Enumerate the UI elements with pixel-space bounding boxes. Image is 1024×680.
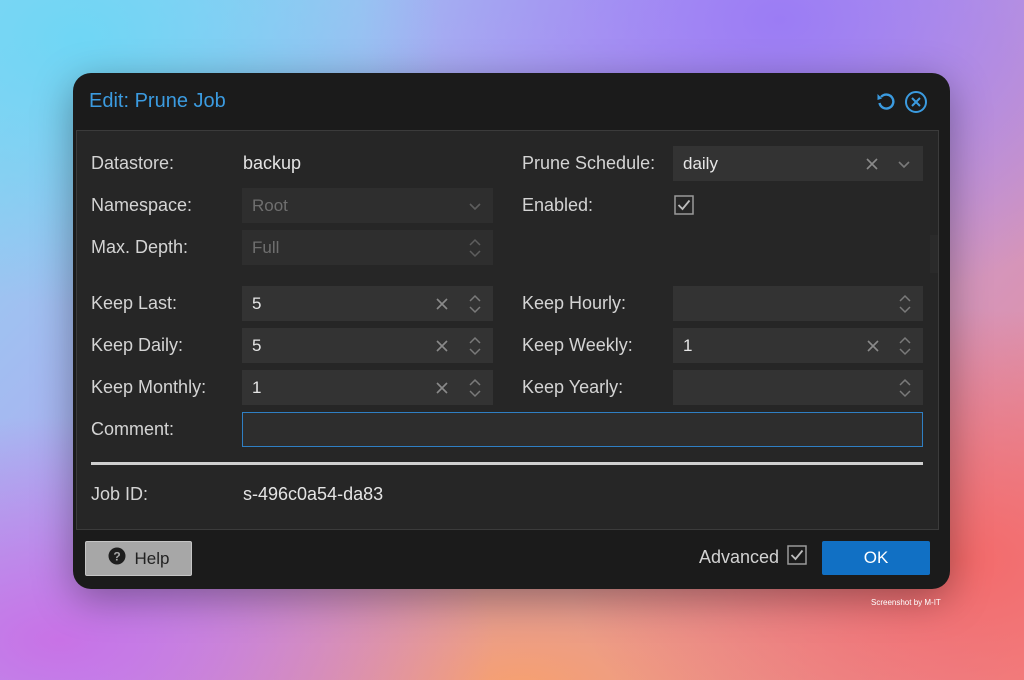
keep-weekly-spinner[interactable]: 1 xyxy=(673,328,923,363)
clear-icon[interactable] xyxy=(861,328,885,363)
dialog-titlebar[interactable]: Edit: Prune Job xyxy=(73,73,950,130)
keep-last-spinner[interactable]: 5 xyxy=(242,286,493,321)
chevron-down-icon[interactable] xyxy=(460,188,490,223)
keep-daily-value: 5 xyxy=(252,336,262,355)
advanced-toggle[interactable]: Advanced xyxy=(699,545,807,570)
spinner-icon[interactable] xyxy=(894,286,916,321)
scrollbar[interactable] xyxy=(930,235,938,273)
prune-schedule-label: Prune Schedule: xyxy=(522,153,656,173)
keep-monthly-label: Keep Monthly: xyxy=(91,377,207,397)
max-depth-spinner[interactable]: Full xyxy=(242,230,493,265)
spinner-icon[interactable] xyxy=(464,286,486,321)
prune-schedule-combo[interactable]: daily xyxy=(673,146,923,181)
job-id-value: s-496c0a54-da83 xyxy=(243,484,384,504)
advanced-label: Advanced xyxy=(699,547,780,567)
enabled-checkbox[interactable] xyxy=(674,195,694,215)
form-panel: Datastore: backup Prune Schedule: daily … xyxy=(76,130,939,530)
spinner-icon[interactable] xyxy=(894,370,916,405)
svg-text:?: ? xyxy=(113,550,120,564)
keep-weekly-value: 1 xyxy=(683,336,693,355)
keep-weekly-label: Keep Weekly: xyxy=(522,335,633,355)
keep-last-label: Keep Last: xyxy=(91,293,178,313)
keep-hourly-spinner[interactable] xyxy=(673,286,923,321)
namespace-value: Root xyxy=(252,196,288,215)
enabled-label: Enabled: xyxy=(522,195,594,215)
max-depth-value: Full xyxy=(252,238,280,257)
spinner-icon[interactable] xyxy=(464,230,486,265)
section-divider xyxy=(91,462,923,465)
spinner-icon[interactable] xyxy=(464,370,486,405)
help-icon: ? xyxy=(108,547,126,570)
chevron-down-icon[interactable] xyxy=(889,146,919,181)
keep-last-value: 5 xyxy=(252,294,262,313)
clear-icon[interactable] xyxy=(430,286,454,321)
datastore-label: Datastore: xyxy=(91,153,175,173)
namespace-label: Namespace: xyxy=(91,195,193,215)
spinner-icon[interactable] xyxy=(464,328,486,363)
title-tools xyxy=(874,90,928,114)
keep-monthly-spinner[interactable]: 1 xyxy=(242,370,493,405)
watermark-text: Screenshot by M-IT xyxy=(871,598,941,607)
keep-daily-spinner[interactable]: 5 xyxy=(242,328,493,363)
keep-hourly-label: Keep Hourly: xyxy=(522,293,627,313)
job-id-label: Job ID: xyxy=(91,484,149,504)
keep-yearly-label: Keep Yearly: xyxy=(522,377,624,397)
close-icon[interactable] xyxy=(904,90,928,114)
help-button[interactable]: ? Help xyxy=(85,541,192,576)
clear-icon[interactable] xyxy=(430,370,454,405)
prune-schedule-value: daily xyxy=(683,154,718,173)
help-button-label: Help xyxy=(134,548,170,568)
ok-button[interactable]: OK xyxy=(822,541,930,575)
spinner-icon[interactable] xyxy=(894,328,916,363)
refresh-icon[interactable] xyxy=(874,90,898,114)
clear-icon[interactable] xyxy=(430,328,454,363)
keep-daily-label: Keep Daily: xyxy=(91,335,184,355)
datastore-value: backup xyxy=(243,153,302,173)
clear-icon[interactable] xyxy=(859,146,885,181)
comment-input[interactable] xyxy=(242,412,923,447)
comment-label: Comment: xyxy=(91,419,175,439)
dialog-footer: ? Help Advanced OK xyxy=(73,530,950,589)
namespace-combo[interactable]: Root xyxy=(242,188,493,223)
prune-job-dialog: Edit: Prune Job Datastore: backup Prune … xyxy=(73,73,950,589)
keep-yearly-spinner[interactable] xyxy=(673,370,923,405)
keep-monthly-value: 1 xyxy=(252,378,262,397)
max-depth-label: Max. Depth: xyxy=(91,237,189,257)
advanced-checkbox[interactable] xyxy=(787,545,807,570)
dialog-title: Edit: Prune Job xyxy=(89,90,226,112)
